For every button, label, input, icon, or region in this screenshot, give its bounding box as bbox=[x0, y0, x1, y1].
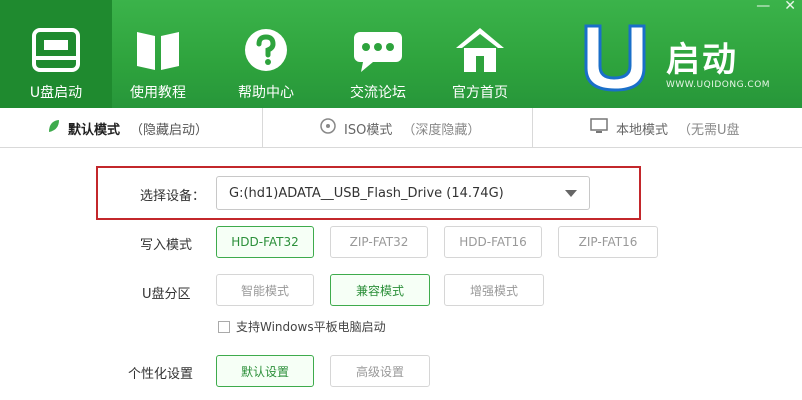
partition-enhanced[interactable]: 增强模式 bbox=[444, 274, 544, 306]
chat-bubble-icon bbox=[350, 24, 406, 76]
nav-homepage[interactable]: 官方首页 bbox=[424, 0, 536, 108]
personalize-advanced[interactable]: 高级设置 bbox=[330, 355, 430, 387]
tab-label: 本地模式 bbox=[616, 122, 669, 138]
tab-sublabel: （隐藏启动） bbox=[130, 122, 209, 138]
nav-label: 官方首页 bbox=[452, 85, 508, 101]
nav-forum[interactable]: 交流论坛 bbox=[322, 0, 434, 108]
nav-label: U盘启动 bbox=[29, 85, 83, 101]
app-header: — ✕ U盘启动 使用教程 帮助中心 交流论坛 官方首页 启动 WWW.UQID… bbox=[0, 0, 802, 108]
tab-label: ISO模式 bbox=[344, 122, 393, 138]
nav-label: 使用教程 bbox=[130, 85, 186, 101]
nav-label: 帮助中心 bbox=[238, 85, 294, 101]
personalize-default[interactable]: 默认设置 bbox=[216, 355, 314, 387]
personalize-label: 个性化设置 bbox=[128, 367, 194, 382]
minimize-icon[interactable]: — bbox=[756, 0, 770, 13]
write-mode-hdd-fat32[interactable]: HDD-FAT32 bbox=[216, 226, 314, 258]
device-select[interactable]: G:(hd1)ADATA__USB_Flash_Drive (14.74G) bbox=[216, 176, 590, 210]
logo-url: WWW.UQIDONG.COM bbox=[666, 80, 771, 90]
monitor-icon bbox=[590, 118, 608, 138]
tab-local-mode[interactable]: 本地模式 （无需U盘 bbox=[590, 108, 740, 148]
partition-smart[interactable]: 智能模式 bbox=[216, 274, 314, 306]
window-controls: — ✕ bbox=[756, 0, 796, 13]
nav-label: 交流论坛 bbox=[350, 85, 406, 101]
tab-iso-mode[interactable]: ISO模式 （深度隐藏） bbox=[320, 108, 480, 148]
brand-logo: 启动 WWW.UQIDONG.COM bbox=[578, 22, 770, 94]
tab-label: 默认模式 bbox=[68, 122, 121, 138]
question-icon bbox=[238, 24, 294, 76]
device-label: 选择设备： bbox=[140, 189, 206, 204]
nav-tutorial[interactable]: 使用教程 bbox=[102, 0, 214, 108]
chevron-down-icon[interactable] bbox=[565, 190, 577, 197]
tab-divider bbox=[262, 108, 263, 148]
tablet-boot-checkbox-row[interactable]: 支持Windows平板电脑启动 bbox=[218, 318, 386, 335]
disc-icon bbox=[320, 118, 336, 138]
nav-usb-boot[interactable]: U盘启动 bbox=[0, 0, 112, 108]
tablet-boot-checkbox[interactable] bbox=[218, 320, 230, 333]
write-mode-zip-fat16[interactable]: ZIP-FAT16 bbox=[558, 226, 658, 258]
device-value: G:(hd1)ADATA__USB_Flash_Drive (14.74G) bbox=[229, 185, 504, 201]
mode-tabs: 默认模式 （隐藏启动） ISO模式 （深度隐藏） 本地模式 （无需U盘 bbox=[0, 108, 802, 148]
partition-label: U盘分区 bbox=[142, 287, 191, 302]
tab-sublabel: （深度隐藏） bbox=[402, 122, 481, 138]
write-mode-hdd-fat16[interactable]: HDD-FAT16 bbox=[444, 226, 542, 258]
partition-compatible[interactable]: 兼容模式 bbox=[330, 274, 430, 306]
close-icon[interactable]: ✕ bbox=[784, 0, 796, 13]
tab-sublabel: （无需U盘 bbox=[678, 122, 740, 138]
book-icon bbox=[130, 24, 186, 76]
home-icon bbox=[452, 24, 508, 76]
logo-text: 启动 bbox=[666, 40, 738, 80]
u-logo-mark bbox=[584, 24, 646, 92]
usb-drive-icon bbox=[28, 24, 84, 76]
write-mode-label: 写入模式 bbox=[140, 238, 193, 253]
tablet-boot-checkbox-label: 支持Windows平板电脑启动 bbox=[236, 320, 386, 334]
write-mode-zip-fat32[interactable]: ZIP-FAT32 bbox=[330, 226, 428, 258]
nav-help[interactable]: 帮助中心 bbox=[210, 0, 322, 108]
tab-default-mode[interactable]: 默认模式 （隐藏启动） bbox=[48, 108, 208, 148]
leaf-icon bbox=[48, 119, 60, 137]
tab-divider bbox=[532, 108, 533, 148]
